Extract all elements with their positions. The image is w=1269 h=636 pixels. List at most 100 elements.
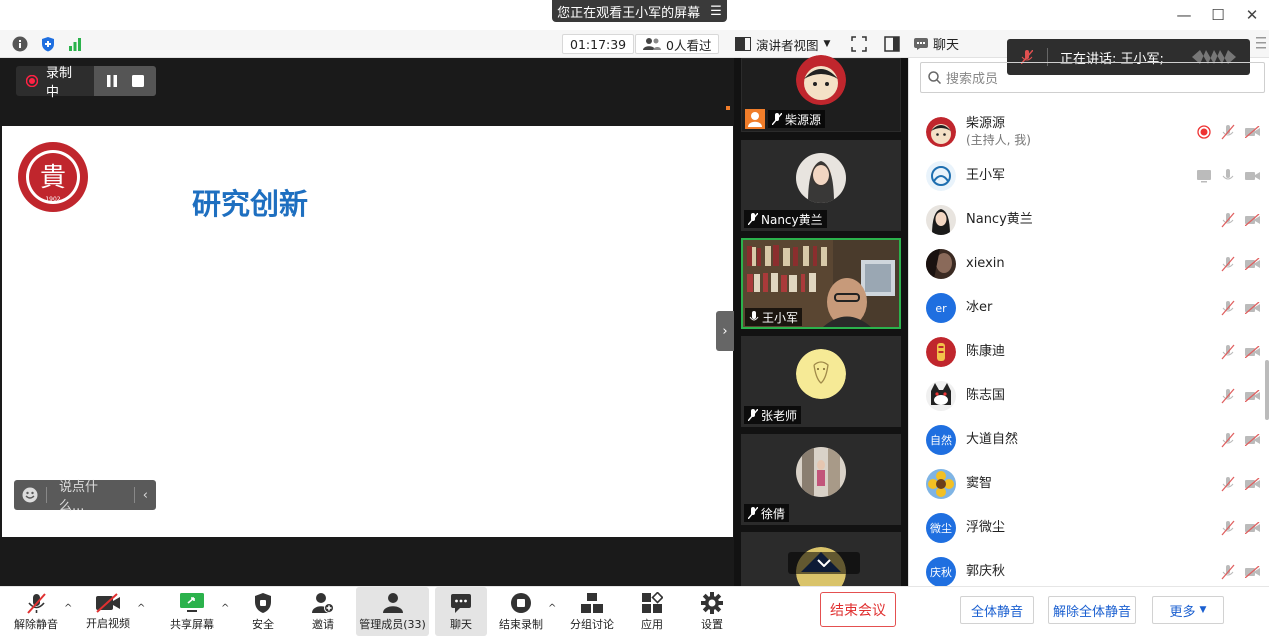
video-tile[interactable]: 柴源源 [741, 55, 901, 132]
chevron-down-icon: ▼ [1199, 605, 1207, 615]
video-tile[interactable]: 张老师 [741, 336, 901, 427]
chevron-up-icon[interactable]: ^ [64, 603, 72, 614]
slide-title: 研究创新 [192, 187, 309, 221]
mic-muted-icon [748, 507, 758, 519]
member-row[interactable]: er 冰er [920, 286, 1265, 330]
manage-members-button[interactable]: 管理成员(33) [356, 587, 429, 636]
member-row[interactable]: 柴源源 (主持人, 我) [920, 110, 1265, 154]
pause-recording-button[interactable] [106, 75, 118, 87]
sidebar-toggle-icon[interactable] [884, 36, 900, 52]
mic-muted-icon[interactable] [1221, 564, 1235, 580]
share-screen-button[interactable]: 共享屏幕 [164, 587, 220, 636]
scroll-down-button[interactable] [788, 552, 860, 574]
member-row[interactable]: 王小军 [920, 154, 1265, 198]
mic-muted-icon[interactable] [1221, 344, 1235, 360]
camera-off-icon[interactable] [1245, 478, 1261, 490]
member-name: 陈康迪 [966, 344, 1006, 359]
gear-icon [701, 591, 723, 614]
video-tile[interactable]: Nancy黄兰 [741, 140, 901, 231]
member-name: Nancy黄兰 [966, 212, 1033, 227]
chat-button[interactable]: 聊天 [435, 587, 487, 636]
bottom-toolbar: 解除静音 ^ 开启视频 ^ 共享屏幕 ^ 安全 邀请 管理成员(33) 聊天 结… [0, 586, 908, 636]
member-row[interactable]: xiexin [920, 242, 1265, 286]
start-video-button[interactable]: 开启视频 [80, 587, 136, 636]
chevron-up-icon[interactable]: ^ [137, 603, 145, 614]
camera-off-icon[interactable] [1245, 522, 1261, 534]
settings-button[interactable]: 设置 [690, 587, 734, 636]
video-tile-active-speaker[interactable]: 王小军 [741, 238, 901, 329]
viewers-button[interactable]: 0人看过 [635, 34, 720, 54]
unmute-button[interactable]: 解除静音 [8, 587, 64, 636]
member-row[interactable]: 微尘 浮微尘 [920, 506, 1265, 550]
member-row[interactable]: 自然 大道自然 [920, 418, 1265, 462]
breakout-rooms-button[interactable]: 分组讨论 [566, 587, 618, 636]
view-mode-dropdown[interactable]: 演讲者视图 ▼ [728, 34, 837, 54]
member-row[interactable]: 陈康迪 [920, 330, 1265, 374]
security-button[interactable]: 安全 [240, 587, 286, 636]
collapse-thumbnails-button[interactable]: › [716, 311, 734, 351]
drag-handle-icon[interactable] [1256, 36, 1266, 50]
fullscreen-icon[interactable] [851, 36, 867, 52]
member-status-icons [1221, 432, 1261, 448]
info-icon[interactable] [12, 36, 28, 52]
signal-icon[interactable] [67, 36, 83, 52]
maximize-button[interactable]: ☐ [1201, 6, 1235, 24]
mic-muted-icon[interactable] [1221, 256, 1235, 272]
mic-icon[interactable] [1221, 168, 1235, 184]
more-button[interactable]: 更多 ▼ [1152, 596, 1224, 624]
apps-button[interactable]: 应用 [630, 587, 674, 636]
share-screen-icon [179, 592, 205, 614]
camera-off-icon[interactable] [1245, 566, 1261, 578]
avatar: 庆秋 [926, 557, 956, 587]
unmute-all-button[interactable]: 解除全体静音 [1048, 596, 1136, 624]
video-tile[interactable]: 徐倩 [741, 434, 901, 525]
member-row[interactable]: 窦智 [920, 462, 1265, 506]
emoji-icon[interactable] [14, 487, 46, 503]
mic-muted-icon[interactable] [1221, 520, 1235, 536]
chevron-up-icon[interactable]: ^ [548, 603, 556, 614]
mic-muted-icon[interactable] [1221, 300, 1235, 316]
mic-muted-icon[interactable] [1221, 124, 1235, 140]
stop-recording-button[interactable] [132, 75, 144, 87]
camera-off-icon[interactable] [1245, 170, 1261, 182]
chevron-up-icon[interactable]: ^ [221, 603, 229, 614]
member-search-input[interactable]: 搜索成员 [920, 62, 1265, 93]
tile-name: 柴源源 [785, 112, 822, 127]
banner-menu-icon[interactable]: ☰ [710, 4, 722, 19]
mic-muted-icon[interactable] [1221, 432, 1235, 448]
member-row[interactable]: 陈志国 [920, 374, 1265, 418]
camera-off-icon[interactable] [1245, 258, 1261, 270]
shield-icon[interactable] [40, 36, 56, 52]
camera-off-icon[interactable] [1245, 302, 1261, 314]
people-icon [643, 37, 661, 51]
avatar: 自然 [926, 425, 956, 455]
chevron-left-icon[interactable]: ‹ [135, 488, 156, 503]
member-name: 窦智 [966, 476, 993, 491]
screen-share-banner[interactable]: 您正在观看王小军的屏幕 ☰ [552, 0, 727, 22]
panel-scrollbar[interactable] [1265, 360, 1269, 420]
invite-button[interactable]: 邀请 [300, 587, 346, 636]
minimize-button[interactable]: — [1167, 6, 1201, 24]
mic-muted-icon[interactable] [1221, 388, 1235, 404]
member-row[interactable]: Nancy黄兰 [920, 198, 1265, 242]
end-recording-button[interactable]: 结束录制 [496, 587, 546, 636]
add-user-icon [312, 592, 334, 614]
member-name: 郭庆秋 [966, 564, 1006, 579]
camera-off-icon[interactable] [1245, 390, 1261, 402]
chat-icon [450, 592, 472, 614]
end-meeting-button[interactable]: 结束会议 [820, 592, 896, 627]
mic-muted-icon[interactable] [1221, 212, 1235, 228]
camera-off-icon[interactable] [1245, 346, 1261, 358]
avatar [796, 349, 846, 399]
meeting-timer: 01:17:39 [562, 34, 635, 54]
camera-off-icon[interactable] [1245, 126, 1261, 138]
camera-off-icon[interactable] [1245, 214, 1261, 226]
camera-off-icon[interactable] [1245, 434, 1261, 446]
mute-all-button[interactable]: 全体静音 [960, 596, 1034, 624]
mic-muted-icon[interactable] [1221, 476, 1235, 492]
member-name: xiexin [966, 256, 1005, 271]
close-button[interactable]: ✕ [1235, 6, 1269, 24]
screen-sharing-icon [1197, 169, 1211, 183]
avatar [926, 161, 956, 191]
danmaku-input[interactable]: 说点什么... ‹ [14, 480, 156, 514]
